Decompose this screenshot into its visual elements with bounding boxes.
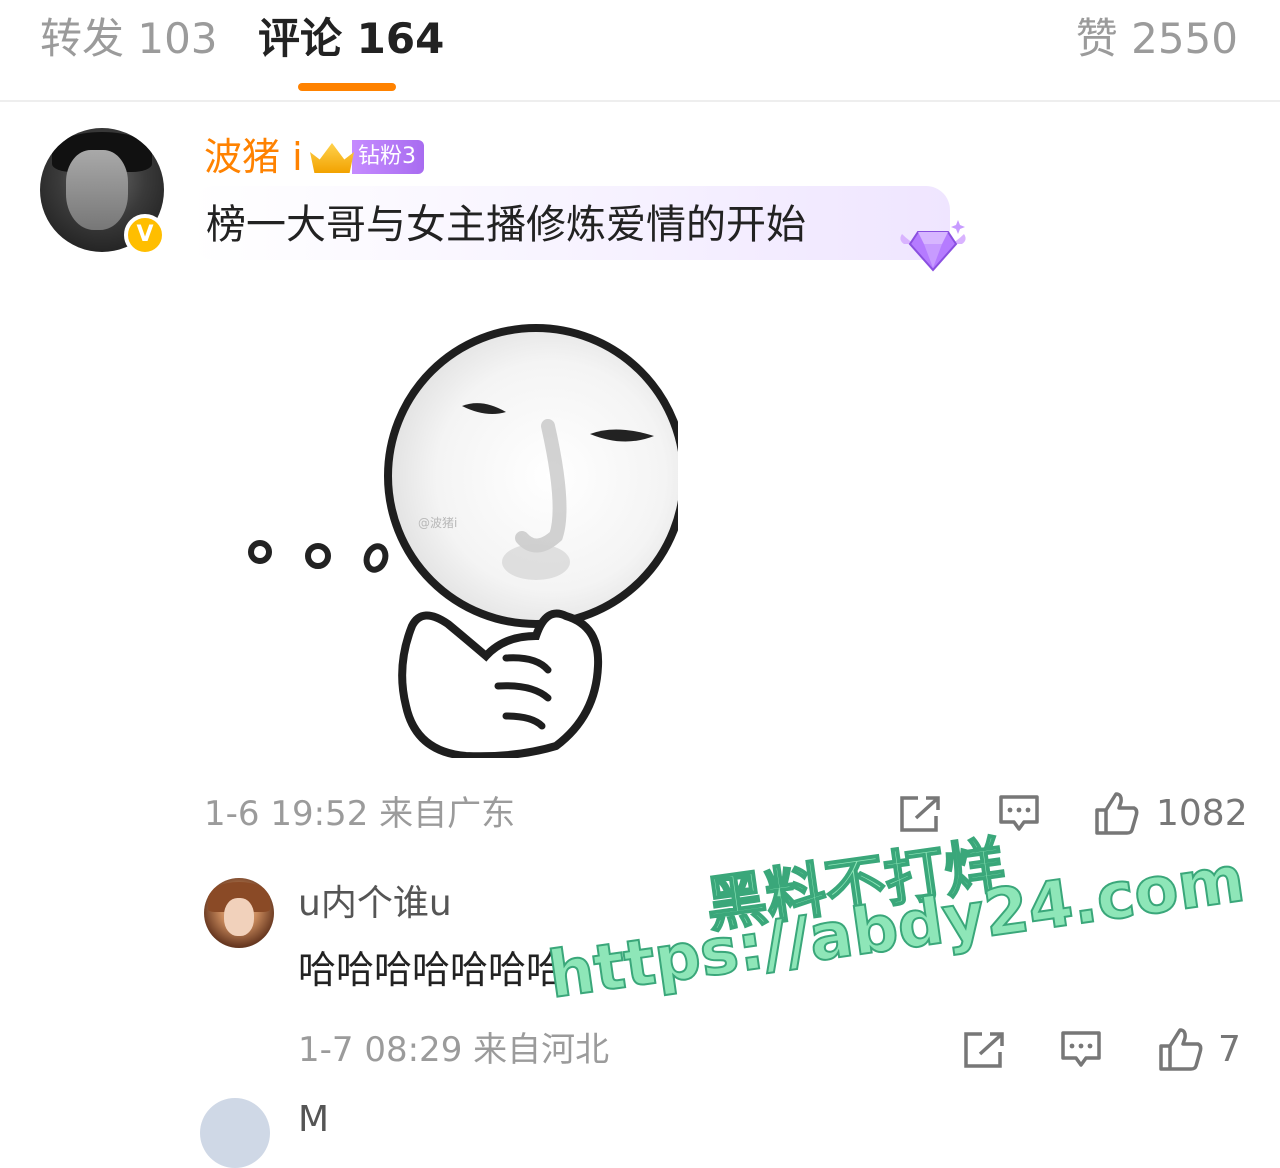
fan-badge[interactable]: 钻粉3 <box>308 138 424 176</box>
like-count: 1082 <box>1156 793 1248 834</box>
fan-badge-label: 钻粉3 <box>352 140 424 174</box>
comment-icon[interactable] <box>998 794 1040 834</box>
reply-username[interactable]: u内个谁u <box>298 882 452 926</box>
next-comment-avatar[interactable] <box>200 1098 270 1168</box>
next-comment-username[interactable]: M <box>298 1098 329 1142</box>
reply-time-location: 1-7 08:29 来自河北 <box>298 1030 610 1070</box>
tab-comment[interactable]: 评论 164 <box>258 14 444 64</box>
reply-avatar[interactable] <box>204 878 274 948</box>
sticker-watermark: @波猪i <box>418 516 458 530</box>
reply-text: 哈哈哈哈哈哈哈 <box>298 948 565 992</box>
verified-icon: V <box>124 214 166 256</box>
comment-time-location: 1-6 19:52 来自广东 <box>204 794 516 834</box>
active-tab-indicator <box>298 83 396 91</box>
reply-share-icon[interactable] <box>962 1030 1006 1070</box>
comment-text: 榜一大哥与女主播修炼爱情的开始 <box>206 202 806 248</box>
reply-like-icon[interactable] <box>1158 1026 1204 1072</box>
like-icon[interactable] <box>1094 790 1140 836</box>
tab-bar: 转发 103 评论 164 赞 2550 <box>0 0 1280 102</box>
reply-comment-icon[interactable] <box>1060 1030 1102 1070</box>
reply-like-count: 7 <box>1218 1029 1241 1070</box>
comment-username[interactable]: 波猪 i <box>204 134 303 180</box>
diamond-icon <box>900 220 966 272</box>
tab-repost[interactable]: 转发 103 <box>40 14 218 64</box>
crown-icon <box>308 137 358 177</box>
tab-like[interactable]: 赞 2550 <box>1076 14 1238 64</box>
sticker-image[interactable]: @波猪i <box>236 306 678 758</box>
